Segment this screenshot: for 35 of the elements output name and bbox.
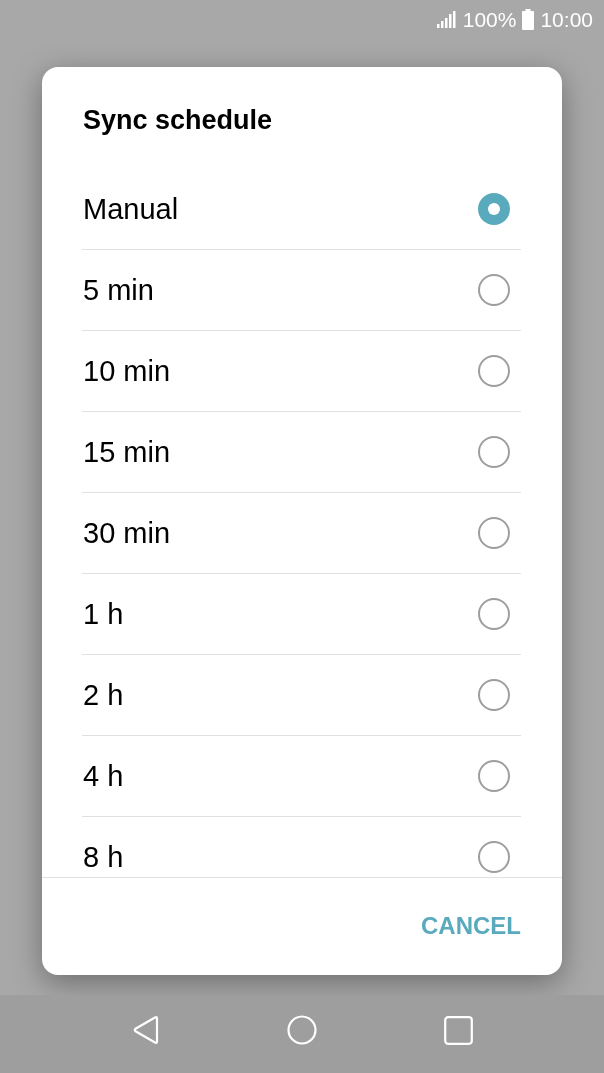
schedule-option[interactable]: 10 min: [82, 331, 521, 412]
radio-selected-icon[interactable]: [478, 193, 510, 225]
option-label: 15 min: [83, 435, 171, 469]
radio-unselected-icon[interactable]: [478, 760, 510, 792]
radio-unselected-icon[interactable]: [478, 355, 510, 387]
home-icon[interactable]: [286, 1015, 317, 1045]
option-label: 2 h: [83, 678, 124, 712]
radio-unselected-icon[interactable]: [478, 274, 510, 306]
battery-percentage: 100%: [462, 8, 517, 30]
schedule-option[interactable]: 2 h: [82, 655, 521, 736]
clock-time: 10:00: [540, 8, 593, 30]
option-label: 10 min: [83, 354, 171, 388]
option-label: Manual: [83, 192, 179, 226]
recent-apps-icon[interactable]: [443, 1015, 473, 1045]
schedule-option[interactable]: 1 h: [82, 574, 521, 655]
radio-unselected-icon[interactable]: [478, 517, 510, 549]
schedule-option[interactable]: 4 h: [82, 736, 521, 817]
battery-icon: [522, 8, 535, 30]
radio-unselected-icon[interactable]: [478, 679, 510, 711]
back-icon[interactable]: [131, 1015, 160, 1045]
signal-icon: [436, 10, 457, 28]
schedule-option[interactable]: Manual: [82, 169, 521, 250]
schedule-option[interactable]: 5 min: [82, 250, 521, 331]
radio-unselected-icon[interactable]: [478, 841, 510, 873]
option-label: 30 min: [83, 516, 171, 550]
radio-unselected-icon[interactable]: [478, 598, 510, 630]
radio-unselected-icon[interactable]: [478, 436, 510, 468]
option-label: 8 h: [83, 840, 124, 874]
schedule-option[interactable]: 15 min: [82, 412, 521, 493]
option-label: 4 h: [83, 759, 124, 793]
dialog-title: Sync schedule: [83, 105, 273, 135]
schedule-option[interactable]: 30 min: [82, 493, 521, 574]
schedule-option[interactable]: 8 h: [82, 817, 521, 877]
option-label: 1 h: [83, 597, 124, 631]
option-label: 5 min: [83, 273, 154, 307]
